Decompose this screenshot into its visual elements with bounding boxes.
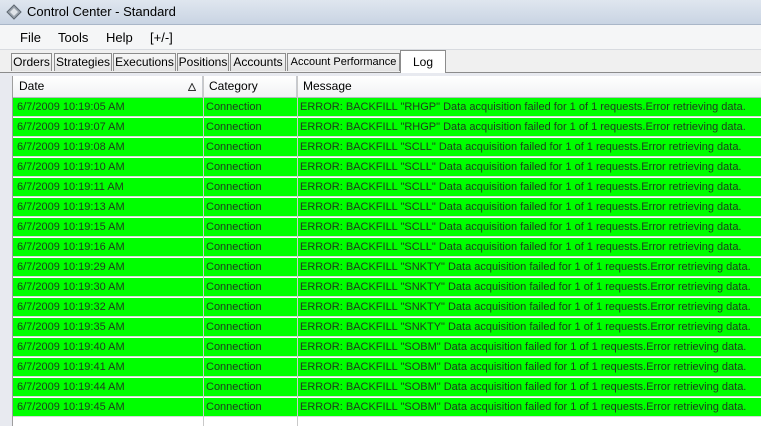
column-divider bbox=[297, 76, 298, 426]
menu-toggle-panels[interactable]: [+/-] bbox=[150, 30, 173, 45]
table-row[interactable]: 6/7/2009 10:19:32 AM Connection ERROR: BAC… bbox=[13, 298, 761, 317]
window-title: Control Center - Standard bbox=[27, 4, 176, 19]
table-row[interactable]: 6/7/2009 10:19:44 AM Connection ERROR: BAC… bbox=[13, 378, 761, 397]
cell-message: ERROR: BACKFILL "SCLL" Data acquisition … bbox=[300, 181, 742, 193]
table-row[interactable]: 6/7/2009 10:19:07 AM Connection ERROR: BAC… bbox=[13, 118, 761, 137]
cell-category: Connection bbox=[206, 261, 262, 273]
table-row[interactable]: 6/7/2009 10:19:11 AM Connection ERROR: BAC… bbox=[13, 178, 761, 197]
table-row[interactable]: 6/7/2009 10:19:13 AM Connection ERROR: BAC… bbox=[13, 198, 761, 217]
cell-message: ERROR: BACKFILL "SOBM" Data acquisition … bbox=[300, 401, 747, 413]
table-row[interactable]: 6/7/2009 10:19:16 AM Connection ERROR: BAC… bbox=[13, 238, 761, 257]
cell-category: Connection bbox=[206, 221, 262, 233]
table-row[interactable]: 6/7/2009 10:19:10 AM Connection ERROR: BAC… bbox=[13, 158, 761, 177]
table-row[interactable]: 6/7/2009 10:19:05 AM Connection ERROR: BAC… bbox=[13, 98, 761, 117]
title-bar: Control Center - Standard bbox=[0, 0, 761, 25]
cell-message: ERROR: BACKFILL "SCLL" Data acquisition … bbox=[300, 141, 742, 153]
cell-category: Connection bbox=[206, 161, 262, 173]
table-row[interactable]: 6/7/2009 10:19:15 AM Connection ERROR: BAC… bbox=[13, 218, 761, 237]
cell-message: ERROR: BACKFILL "SCLL" Data acquisition … bbox=[300, 241, 742, 253]
cell-date: 6/7/2009 10:19:11 AM bbox=[17, 181, 124, 193]
tab-account-performance[interactable]: Account Performance bbox=[287, 53, 400, 71]
cell-date: 6/7/2009 10:19:44 AM bbox=[17, 381, 125, 393]
cell-date: 6/7/2009 10:19:35 AM bbox=[17, 321, 125, 333]
table-row[interactable]: 6/7/2009 10:19:08 AM Connection ERROR: BAC… bbox=[13, 138, 761, 157]
menu-bar: File Tools Help [+/-] bbox=[0, 25, 761, 50]
cell-category: Connection bbox=[206, 321, 262, 333]
tab-strategies[interactable]: Strategies bbox=[54, 53, 112, 71]
tab-positions[interactable]: Positions bbox=[177, 53, 229, 71]
column-header-date-label: Date bbox=[19, 79, 45, 93]
cell-category: Connection bbox=[206, 201, 262, 213]
grid-header: Date Category Message bbox=[13, 76, 761, 98]
cell-date: 6/7/2009 10:19:32 AM bbox=[17, 301, 125, 313]
cell-message: ERROR: BACKFILL "SNKTY" Data acquisition… bbox=[300, 301, 751, 313]
app-icon bbox=[6, 4, 22, 20]
tab-strip: Orders Strategies Executions Positions A… bbox=[0, 50, 761, 73]
cell-date: 6/7/2009 10:19:30 AM bbox=[17, 281, 125, 293]
column-header-category[interactable]: Category bbox=[203, 76, 297, 97]
cell-date: 6/7/2009 10:19:29 AM bbox=[17, 261, 125, 273]
sort-ascending-icon bbox=[188, 83, 196, 91]
tab-log[interactable]: Log bbox=[400, 50, 446, 73]
cell-date: 6/7/2009 10:19:07 AM bbox=[17, 121, 125, 133]
cell-date: 6/7/2009 10:19:45 AM bbox=[17, 401, 125, 413]
cell-date: 6/7/2009 10:19:08 AM bbox=[17, 141, 125, 153]
cell-message: ERROR: BACKFILL "SOBM" Data acquisition … bbox=[300, 381, 747, 393]
cell-category: Connection bbox=[206, 281, 262, 293]
menu-help[interactable]: Help bbox=[106, 30, 133, 45]
cell-message: ERROR: BACKFILL "RHGP" Data acquisition … bbox=[300, 101, 746, 113]
cell-category: Connection bbox=[206, 301, 262, 313]
table-row[interactable]: 6/7/2009 10:19:40 AM Connection ERROR: BAC… bbox=[13, 338, 761, 357]
column-header-message[interactable]: Message bbox=[297, 76, 761, 97]
cell-message: ERROR: BACKFILL "SOBM" Data acquisition … bbox=[300, 361, 747, 373]
table-row[interactable]: 6/7/2009 10:19:41 AM Connection ERROR: BAC… bbox=[13, 358, 761, 377]
menu-tools[interactable]: Tools bbox=[58, 30, 88, 45]
cell-category: Connection bbox=[206, 141, 262, 153]
cell-date: 6/7/2009 10:19:16 AM bbox=[17, 241, 125, 253]
table-row[interactable]: 6/7/2009 10:19:45 AM Connection ERROR: BAC… bbox=[13, 398, 761, 417]
menu-file[interactable]: File bbox=[20, 30, 41, 45]
cell-message: ERROR: BACKFILL "SNKTY" Data acquisition… bbox=[300, 321, 751, 333]
table-row[interactable]: 6/7/2009 10:19:30 AM Connection ERROR: BAC… bbox=[13, 278, 761, 297]
cell-date: 6/7/2009 10:19:13 AM bbox=[17, 201, 125, 213]
tab-executions[interactable]: Executions bbox=[113, 53, 176, 71]
cell-category: Connection bbox=[206, 401, 262, 413]
cell-category: Connection bbox=[206, 361, 262, 373]
cell-category: Connection bbox=[206, 181, 262, 193]
tab-accounts[interactable]: Accounts bbox=[230, 53, 286, 71]
tab-orders[interactable]: Orders bbox=[11, 53, 52, 71]
column-divider bbox=[203, 76, 204, 426]
cell-category: Connection bbox=[206, 121, 262, 133]
cell-category: Connection bbox=[206, 341, 262, 353]
cell-date: 6/7/2009 10:19:15 AM bbox=[17, 221, 125, 233]
table-row[interactable]: 6/7/2009 10:19:35 AM Connection ERROR: BAC… bbox=[13, 318, 761, 337]
column-header-category-label: Category bbox=[209, 79, 258, 93]
cell-message: ERROR: BACKFILL "RHGP" Data acquisition … bbox=[300, 121, 746, 133]
cell-category: Connection bbox=[206, 381, 262, 393]
cell-date: 6/7/2009 10:19:40 AM bbox=[17, 341, 125, 353]
cell-message: ERROR: BACKFILL "SNKTY" Data acquisition… bbox=[300, 281, 751, 293]
column-header-message-label: Message bbox=[303, 79, 352, 93]
cell-message: ERROR: BACKFILL "SNKTY" Data acquisition… bbox=[300, 261, 751, 273]
cell-message: ERROR: BACKFILL "SCLL" Data acquisition … bbox=[300, 201, 742, 213]
log-grid: Date Category Message 6/7/2009 10:19:05 … bbox=[12, 76, 761, 426]
column-header-date[interactable]: Date bbox=[13, 76, 203, 97]
cell-category: Connection bbox=[206, 241, 262, 253]
cell-date: 6/7/2009 10:19:41 AM bbox=[17, 361, 125, 373]
cell-message: ERROR: BACKFILL "SCLL" Data acquisition … bbox=[300, 161, 742, 173]
cell-date: 6/7/2009 10:19:10 AM bbox=[17, 161, 125, 173]
table-row[interactable]: 6/7/2009 10:19:29 AM Connection ERROR: BAC… bbox=[13, 258, 761, 277]
cell-message: ERROR: BACKFILL "SOBM" Data acquisition … bbox=[300, 341, 747, 353]
cell-message: ERROR: BACKFILL "SCLL" Data acquisition … bbox=[300, 221, 742, 233]
cell-category: Connection bbox=[206, 101, 262, 113]
cell-date: 6/7/2009 10:19:05 AM bbox=[17, 101, 125, 113]
